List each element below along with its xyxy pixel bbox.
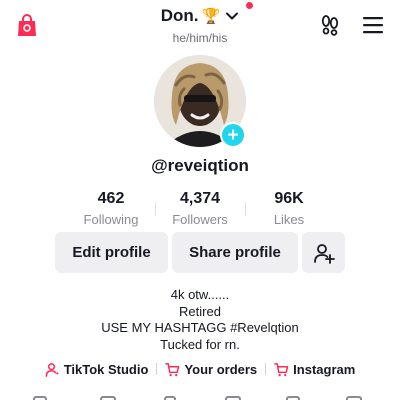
tab-liked[interactable] [346,396,362,400]
hamburger-menu-icon[interactable] [362,16,384,34]
stats-row: 462 Following 4,374 Followers 96K Likes [0,190,400,228]
notification-dot [246,2,254,9]
stat-label: Followers [172,212,228,227]
chevron-down-icon [226,12,239,20]
link-label: Your orders [184,361,258,377]
link-divider [265,363,267,375]
stat-value: 4,374 [179,190,221,207]
account-switcher[interactable]: Don. 🏆 [160,2,254,26]
stat-likes[interactable]: 96K Likes [244,190,334,227]
stat-value: 462 [97,190,125,207]
footprints-icon[interactable] [319,14,341,36]
tab-videos[interactable] [33,396,47,400]
stat-value: 96K [274,190,304,207]
tab-favorites[interactable] [286,396,300,400]
tab-private[interactable] [164,396,176,400]
display-name: Don. [160,6,199,25]
avatar-container: + [154,55,246,148]
trophy-icon: 🏆 [201,7,221,25]
add-story-button[interactable]: + [220,122,246,148]
profile-actions: Edit profile Share profile [0,232,400,274]
bio-line: Tucked for rn. [160,336,240,352]
bio-line: Retired [179,303,221,319]
add-friend-icon [313,243,335,264]
stat-label: Following [83,212,139,227]
tab-shop[interactable] [100,396,116,400]
profile-links: TikTok Studio Your orders Instagram [0,359,400,379]
bio-line: USE MY HASHTAGG #Revelqtion [101,320,299,335]
tab-reposts[interactable] [225,396,241,400]
stat-following[interactable]: 462 Following [66,190,156,227]
stat-label: Likes [273,212,305,227]
link-your-orders[interactable]: Your orders [165,362,257,377]
content-tabs [0,392,400,400]
cart-icon [165,362,180,376]
bio: 4k otw...... Retired USE MY HASHTAGG #Re… [0,287,400,353]
person-icon [45,362,59,377]
stat-followers[interactable]: 4,374 Followers [155,190,245,227]
link-tiktok-studio[interactable]: TikTok Studio [45,361,149,377]
top-bar: Don. 🏆 he/him/his [0,0,400,52]
edit-profile-button[interactable]: Edit profile [55,232,168,273]
cart-icon [274,362,289,376]
bio-line: 4k otw...... [170,287,230,302]
share-profile-button[interactable]: Share profile [172,232,298,273]
link-divider [156,363,158,375]
add-friend-button[interactable] [302,232,345,273]
link-instagram[interactable]: Instagram [274,362,355,377]
link-label: Instagram [293,361,356,377]
username: @reveiqtion [151,156,249,175]
link-label: TikTok Studio [63,361,149,377]
